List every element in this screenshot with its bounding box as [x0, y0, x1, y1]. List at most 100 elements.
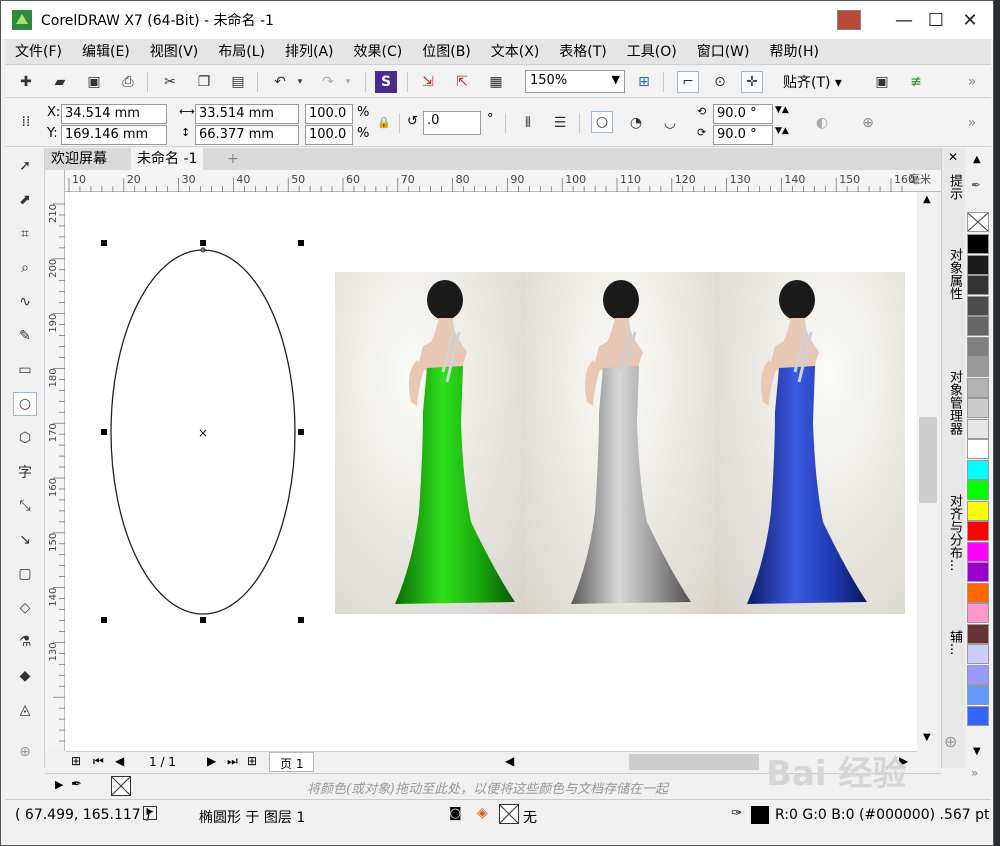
- interactive-fill-tool-icon[interactable]: ◆: [13, 664, 37, 688]
- ellipse-mode-icon[interactable]: ○: [591, 111, 613, 133]
- palette-scroll-down-icon[interactable]: ▼: [973, 746, 981, 757]
- palette-swatch[interactable]: [967, 336, 989, 357]
- show-guidelines-icon[interactable]: ✛: [741, 71, 763, 93]
- freehand-tool-icon[interactable]: ∿: [13, 290, 37, 314]
- palette-expand-icon[interactable]: »: [971, 766, 978, 780]
- palette-swatch[interactable]: [967, 418, 989, 439]
- palette-scroll-up-icon[interactable]: ▲: [973, 154, 981, 165]
- import-icon[interactable]: ⇲: [417, 71, 439, 93]
- welcome-screen-icon[interactable]: ▣: [871, 71, 893, 93]
- transparency-tool-icon[interactable]: ◇: [13, 596, 37, 620]
- palette-swatch[interactable]: [967, 316, 989, 336]
- menu-view[interactable]: 视图(V): [140, 40, 209, 64]
- vertical-scrollbar[interactable]: ▲ ▼: [917, 192, 941, 751]
- options-icon[interactable]: ≢: [905, 71, 927, 93]
- mirror-horizontal-icon[interactable]: ⫴: [517, 112, 539, 134]
- tray-menu-icon[interactable]: ▶: [55, 778, 63, 791]
- show-grid-icon[interactable]: ⊙: [709, 71, 731, 93]
- eyedropper-tool-icon[interactable]: ⚗: [13, 630, 37, 654]
- artistic-media-tool-icon[interactable]: ✎: [13, 324, 37, 348]
- crop-tool-icon[interactable]: ⌗: [13, 222, 37, 246]
- paste-icon[interactable]: ▤: [227, 71, 249, 93]
- prev-page-icon[interactable]: ◀: [115, 754, 124, 768]
- palette-swatch[interactable]: [967, 644, 989, 664]
- object-origin-icon[interactable]: ⁞⁞: [15, 111, 37, 133]
- menu-file[interactable]: 文件(F): [5, 40, 72, 64]
- palette-swatch[interactable]: [967, 377, 989, 398]
- pie-mode-icon[interactable]: ◔: [625, 112, 647, 134]
- docker-tab-auxiliary[interactable]: 辅...: [944, 630, 964, 655]
- add-tool-icon[interactable]: ⊕: [13, 740, 37, 764]
- lock-ratio-icon[interactable]: 🔒: [373, 111, 395, 133]
- new-tab-icon[interactable]: +: [221, 148, 245, 170]
- user-account-icon[interactable]: [837, 10, 861, 30]
- palette-swatch[interactable]: [967, 705, 989, 726]
- dimension-tool-icon[interactable]: ⤡: [13, 494, 37, 518]
- palette-swatch[interactable]: [967, 521, 989, 541]
- scale-height-field[interactable]: 100.0: [305, 125, 353, 145]
- menu-edit[interactable]: 编辑(E): [72, 40, 140, 64]
- add-preset-icon[interactable]: ⊕: [857, 112, 879, 134]
- palette-swatch[interactable]: [967, 295, 989, 316]
- fill-none-swatch[interactable]: [499, 804, 519, 824]
- outline-color-swatch[interactable]: [751, 806, 769, 824]
- search-content-icon[interactable]: S: [375, 71, 397, 93]
- smart-fill-tool-icon[interactable]: ◬: [13, 698, 37, 722]
- dress-photo[interactable]: [335, 272, 905, 614]
- zoom-tool-icon[interactable]: ⌕: [13, 256, 37, 280]
- menu-window[interactable]: 窗口(W): [687, 40, 760, 64]
- vertical-scroll-thumb[interactable]: [919, 417, 937, 503]
- mirror-vertical-icon[interactable]: ☰: [549, 112, 571, 134]
- menu-text[interactable]: 文本(X): [481, 40, 550, 64]
- drawing-canvas[interactable]: ×: [65, 192, 917, 751]
- no-color-swatch[interactable]: [111, 776, 131, 796]
- menu-help[interactable]: 帮助(H): [760, 40, 829, 64]
- add-page-after-icon[interactable]: ⊞: [247, 754, 257, 768]
- close-icon[interactable]: ✕: [948, 150, 958, 164]
- rectangle-tool-icon[interactable]: ▭: [13, 358, 37, 382]
- toolbar-overflow-icon[interactable]: »: [961, 71, 983, 93]
- palette-swatch[interactable]: [967, 398, 989, 418]
- print-icon[interactable]: ⎙: [117, 71, 139, 93]
- palette-swatch[interactable]: [967, 234, 989, 254]
- export-icon[interactable]: ⇱: [451, 71, 473, 93]
- eyedropper-icon[interactable]: ✒: [71, 777, 82, 792]
- spinner-icon[interactable]: ▼▲: [775, 126, 789, 136]
- docker-tab-object-manager[interactable]: 对象管理器: [944, 370, 964, 435]
- palette-swatch[interactable]: [967, 664, 989, 685]
- arc-mode-icon[interactable]: ◡: [659, 112, 681, 134]
- palette-swatch[interactable]: [967, 275, 989, 295]
- palette-swatch[interactable]: [967, 480, 989, 500]
- redo-icon[interactable]: ↷: [317, 71, 339, 93]
- toolbar-overflow-icon[interactable]: »: [961, 112, 983, 134]
- add-docker-icon[interactable]: ⊕: [944, 732, 957, 751]
- page-tab-1[interactable]: 页 1: [269, 752, 315, 772]
- undo-icon[interactable]: ↶: [269, 71, 291, 93]
- menu-bitmaps[interactable]: 位图(B): [412, 40, 481, 64]
- palette-swatch[interactable]: [967, 357, 989, 377]
- new-document-icon[interactable]: ✚: [15, 71, 37, 93]
- scroll-down-icon[interactable]: ▼: [923, 732, 931, 743]
- palette-swatch[interactable]: [967, 541, 989, 562]
- palette-swatch[interactable]: [967, 685, 989, 705]
- docker-tab-hints[interactable]: 提示: [944, 174, 964, 200]
- docker-tab-align-distribute[interactable]: 对齐与分布...: [944, 494, 964, 571]
- spinner-icon[interactable]: ▼▲: [775, 105, 789, 115]
- cut-icon[interactable]: ✂: [159, 71, 181, 93]
- start-angle-field[interactable]: 90.0 °: [713, 104, 773, 124]
- palette-swatch[interactable]: [967, 439, 989, 459]
- menu-effects[interactable]: 效果(C): [344, 40, 413, 64]
- direction-icon[interactable]: ◐: [811, 112, 833, 134]
- palette-swatch[interactable]: [967, 500, 989, 521]
- next-page-icon[interactable]: ▶: [207, 754, 216, 768]
- zoom-select[interactable]: 150% ▼: [525, 70, 625, 93]
- full-screen-icon[interactable]: ⊞: [633, 71, 655, 93]
- no-color-swatch[interactable]: [967, 212, 989, 232]
- text-tool-icon[interactable]: 字: [13, 460, 37, 484]
- publish-pdf-icon[interactable]: ▦: [485, 71, 507, 93]
- undo-dropdown-icon[interactable]: ▾: [289, 71, 311, 93]
- width-field[interactable]: 33.514 mm: [195, 104, 299, 124]
- tab-untitled-1[interactable]: 未命名 -1: [131, 148, 204, 170]
- palette-swatch[interactable]: [967, 623, 989, 644]
- copy-icon[interactable]: ❐: [193, 71, 215, 93]
